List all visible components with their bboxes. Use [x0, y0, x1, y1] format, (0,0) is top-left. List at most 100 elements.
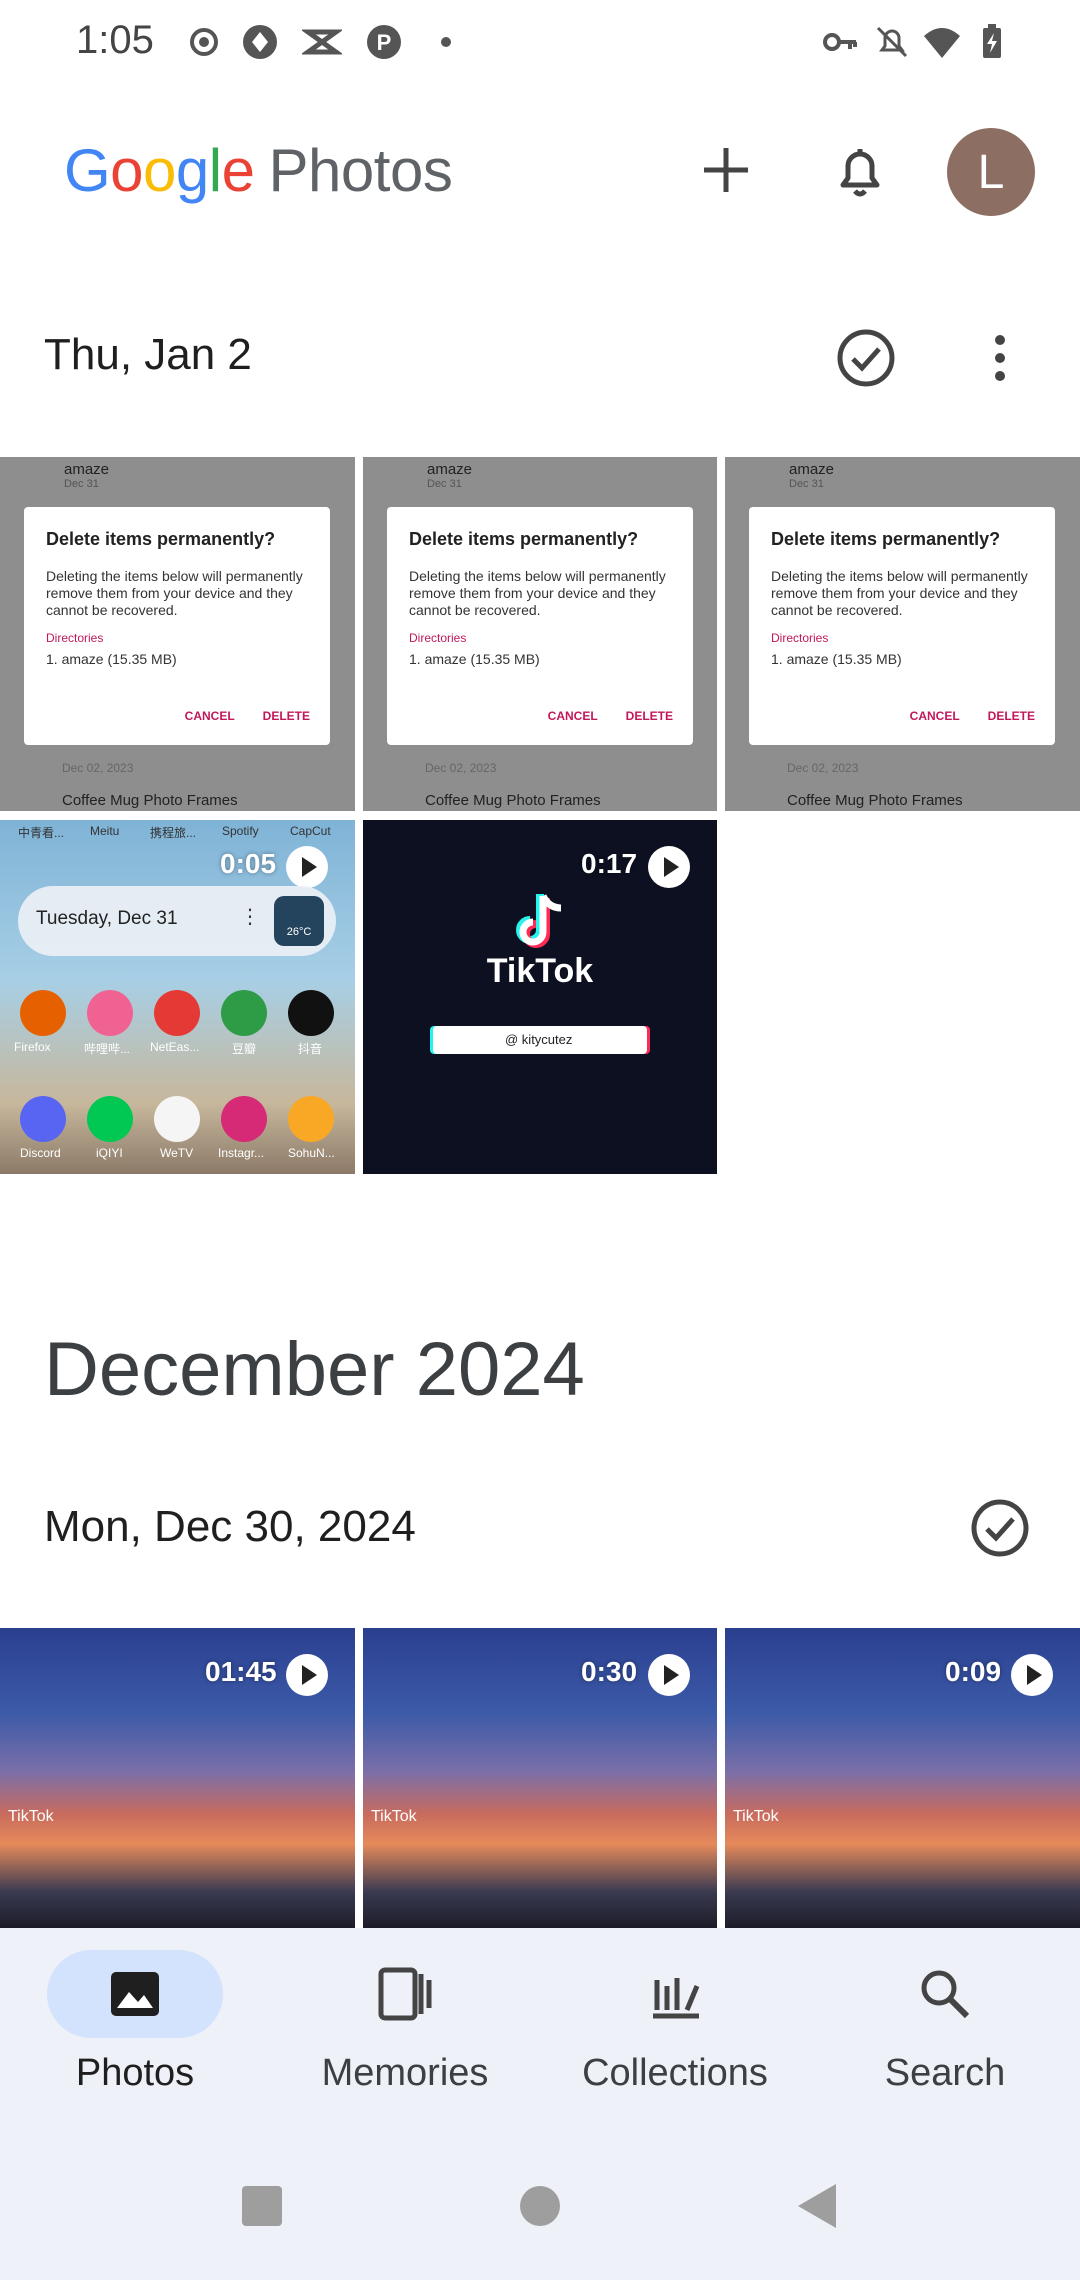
- nav-collections[interactable]: Collections: [540, 1950, 810, 2100]
- folder-name: amaze: [789, 461, 835, 478]
- google-photos-logo: Google Photos: [64, 136, 453, 205]
- dialog-bottom-date: Dec 02, 2023: [425, 761, 497, 775]
- dialog-delete: DELETE: [262, 709, 310, 723]
- account-avatar[interactable]: L: [947, 128, 1035, 216]
- wifi-icon: [924, 28, 960, 58]
- douban-icon: [221, 990, 267, 1036]
- date-widget: Tuesday, Dec 31 ⋮ 26°C: [18, 886, 336, 956]
- play-icon: [648, 1654, 690, 1696]
- dialog-item: 1. amaze (15.35 MB): [46, 651, 177, 667]
- douyin-icon: [288, 990, 334, 1036]
- dialog-bottom-item: Coffee Mug Photo Frames: [425, 792, 601, 809]
- recents-button[interactable]: [240, 2184, 284, 2228]
- video-duration: 0:30: [581, 1656, 638, 1687]
- battery-charging-icon: [983, 24, 1001, 58]
- video-duration: 0:17: [581, 848, 638, 879]
- app-row-1: Firefox 哔哩哔... NetEas... 豆瓣 抖音: [0, 990, 355, 1070]
- tiktok-watermark: TikTok: [8, 1808, 54, 1825]
- discord-icon: [20, 1096, 66, 1142]
- select-all-check-icon[interactable]: [970, 1498, 1030, 1558]
- nav-label: Collections: [582, 2052, 768, 2094]
- video-duration: 0:05: [220, 848, 277, 879]
- system-navigation-bar: [0, 2100, 1080, 2280]
- app-status-icon: [243, 25, 277, 59]
- month-header: December 2024: [44, 1327, 585, 1412]
- logo-google-wordmark: Google: [64, 137, 255, 204]
- dialog-title: Delete items permanently?: [46, 529, 276, 549]
- dialog-item: 1. amaze (15.35 MB): [409, 651, 540, 667]
- add-button[interactable]: [686, 130, 766, 210]
- dialog-directories-label: Directories: [46, 631, 104, 645]
- folder-date: Dec 31: [64, 478, 99, 490]
- dialog-title: Delete items permanently?: [409, 529, 639, 549]
- date-header: Thu, Jan 2: [44, 330, 252, 379]
- app-row-2: Discord iQIYI WeTV Instagr... SohuN...: [0, 1096, 355, 1174]
- nav-label: Memories: [321, 2052, 489, 2094]
- more-options-icon[interactable]: [970, 328, 1030, 388]
- dialog-body: Deleting the items below will permanentl…: [409, 568, 666, 618]
- bottom-navigation: Photos Memories Collections Search: [0, 1928, 1080, 2100]
- video-duration: 0:09: [945, 1656, 1002, 1687]
- play-icon: [1011, 1654, 1053, 1696]
- bilibili-icon: [87, 990, 133, 1036]
- netease-icon: [154, 990, 200, 1036]
- dialog-title: Delete items permanently?: [771, 529, 1001, 549]
- dialog-delete: DELETE: [987, 709, 1035, 723]
- mute-bell-icon: [876, 26, 908, 58]
- home-button[interactable]: [518, 2184, 562, 2228]
- delete-dialog: Delete items permanently? Deleting the i…: [387, 507, 693, 745]
- firefox-icon: [20, 990, 66, 1036]
- dialog-body: Deleting the items below will permanentl…: [771, 568, 1028, 618]
- vpn-key-icon: [823, 33, 857, 51]
- sohu-icon: [288, 1096, 334, 1142]
- notifications-button[interactable]: [820, 130, 900, 210]
- folder-date: Dec 31: [789, 478, 824, 490]
- dialog-bottom-item: Coffee Mug Photo Frames: [787, 792, 963, 809]
- capcut-status-icon: [302, 29, 342, 55]
- photo-thumbnail[interactable]: amaze Dec 31 Delete items permanently? De…: [363, 457, 717, 811]
- play-icon: [286, 1654, 328, 1696]
- video-thumbnail[interactable]: 中青看... Meitu 携程旅... Spotify CapCut 0:05 …: [0, 820, 355, 1174]
- dialog-directories-label: Directories: [409, 631, 467, 645]
- dialog-cancel: CANCEL: [547, 709, 598, 723]
- back-button[interactable]: [794, 2182, 840, 2230]
- nav-label: Search: [884, 2052, 1006, 2094]
- nav-photos[interactable]: Photos: [0, 1950, 270, 2100]
- status-bar: 1:05 P: [0, 0, 1080, 86]
- tiktok-watermark: TikTok: [733, 1808, 779, 1825]
- nav-search[interactable]: Search: [810, 1950, 1080, 2100]
- more-notifications-icon: [441, 37, 451, 47]
- play-icon: [286, 846, 328, 888]
- video-thumbnail[interactable]: 0:09 TikTok: [725, 1628, 1080, 1928]
- collections-icon: [653, 1978, 700, 2019]
- dialog-delete: DELETE: [625, 709, 673, 723]
- photo-thumbnail[interactable]: amaze Dec 31 Delete items permanently? De…: [0, 457, 355, 811]
- iqiyi-icon: [87, 1096, 133, 1142]
- photo-thumbnail[interactable]: amaze Dec 31 Delete items permanently? De…: [725, 457, 1080, 811]
- plus-icon: [704, 148, 748, 192]
- instagram-icon: [221, 1096, 267, 1142]
- folder-name: amaze: [427, 461, 473, 478]
- date-header: Mon, Dec 30, 2024: [44, 1502, 416, 1551]
- folder-date: Dec 31: [427, 478, 462, 490]
- dialog-cancel: CANCEL: [909, 709, 960, 723]
- dialog-cancel: CANCEL: [184, 709, 235, 723]
- top-app-labels: 中青看... Meitu 携程旅... Spotify CapCut: [18, 824, 331, 840]
- play-icon: [648, 846, 690, 888]
- nav-label: Photos: [75, 2052, 195, 2094]
- app-bar: Google Photos L: [0, 120, 1080, 220]
- memories-icon: [378, 1967, 432, 2021]
- video-thumbnail[interactable]: 01:45 TikTok: [0, 1628, 355, 1928]
- dialog-body: Deleting the items below will permanentl…: [46, 568, 303, 618]
- nav-memories[interactable]: Memories: [270, 1950, 540, 2100]
- select-all-check-icon[interactable]: [836, 328, 896, 388]
- logo-product-name: Photos: [268, 137, 453, 204]
- delete-dialog: Delete items permanently? Deleting the i…: [749, 507, 1055, 745]
- weather-widget: 26°C: [274, 896, 324, 946]
- video-thumbnail[interactable]: 0:17 TikTok @ kitycutez: [363, 820, 717, 1174]
- search-icon: [921, 1970, 970, 2019]
- tiktok-watermark: TikTok: [371, 1808, 417, 1825]
- video-thumbnail[interactable]: 0:30 TikTok: [363, 1628, 717, 1928]
- dialog-directories-label: Directories: [771, 631, 829, 645]
- tiktok-brand: TikTok: [486, 952, 594, 990]
